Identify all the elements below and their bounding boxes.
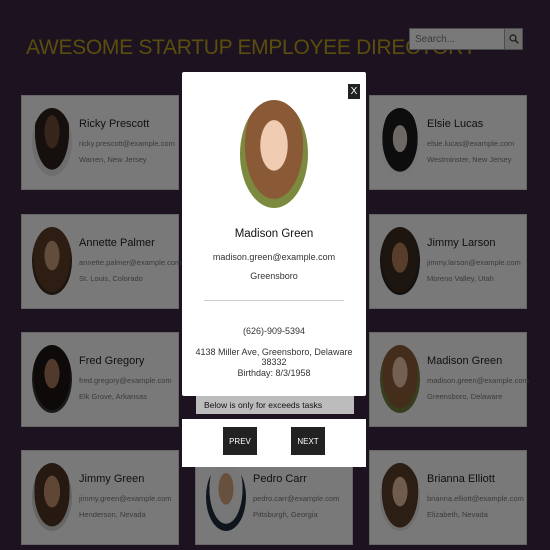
employee-modal: X Madison Green madison.green@example.co… — [182, 72, 366, 396]
modal-avatar — [240, 100, 308, 208]
divider — [204, 300, 344, 301]
modal-email: madison.green@example.com — [212, 252, 336, 262]
modal-city: Greensboro — [250, 271, 298, 281]
modal-birthday: Birthday: 8/3/1958 — [237, 368, 311, 378]
modal-address: 4138 Miller Ave, Greensboro, Delaware 38… — [195, 347, 353, 367]
close-button[interactable]: X — [348, 84, 360, 99]
exceeds-banner: Below is only for exceeds tasks — [196, 396, 354, 414]
next-button[interactable]: NEXT — [291, 427, 325, 455]
prev-button[interactable]: PREV — [223, 427, 257, 455]
modal-nav: PREV NEXT — [182, 419, 366, 467]
modal-phone: (626)-909-5394 — [242, 326, 306, 336]
modal-name: Madison Green — [234, 228, 314, 240]
